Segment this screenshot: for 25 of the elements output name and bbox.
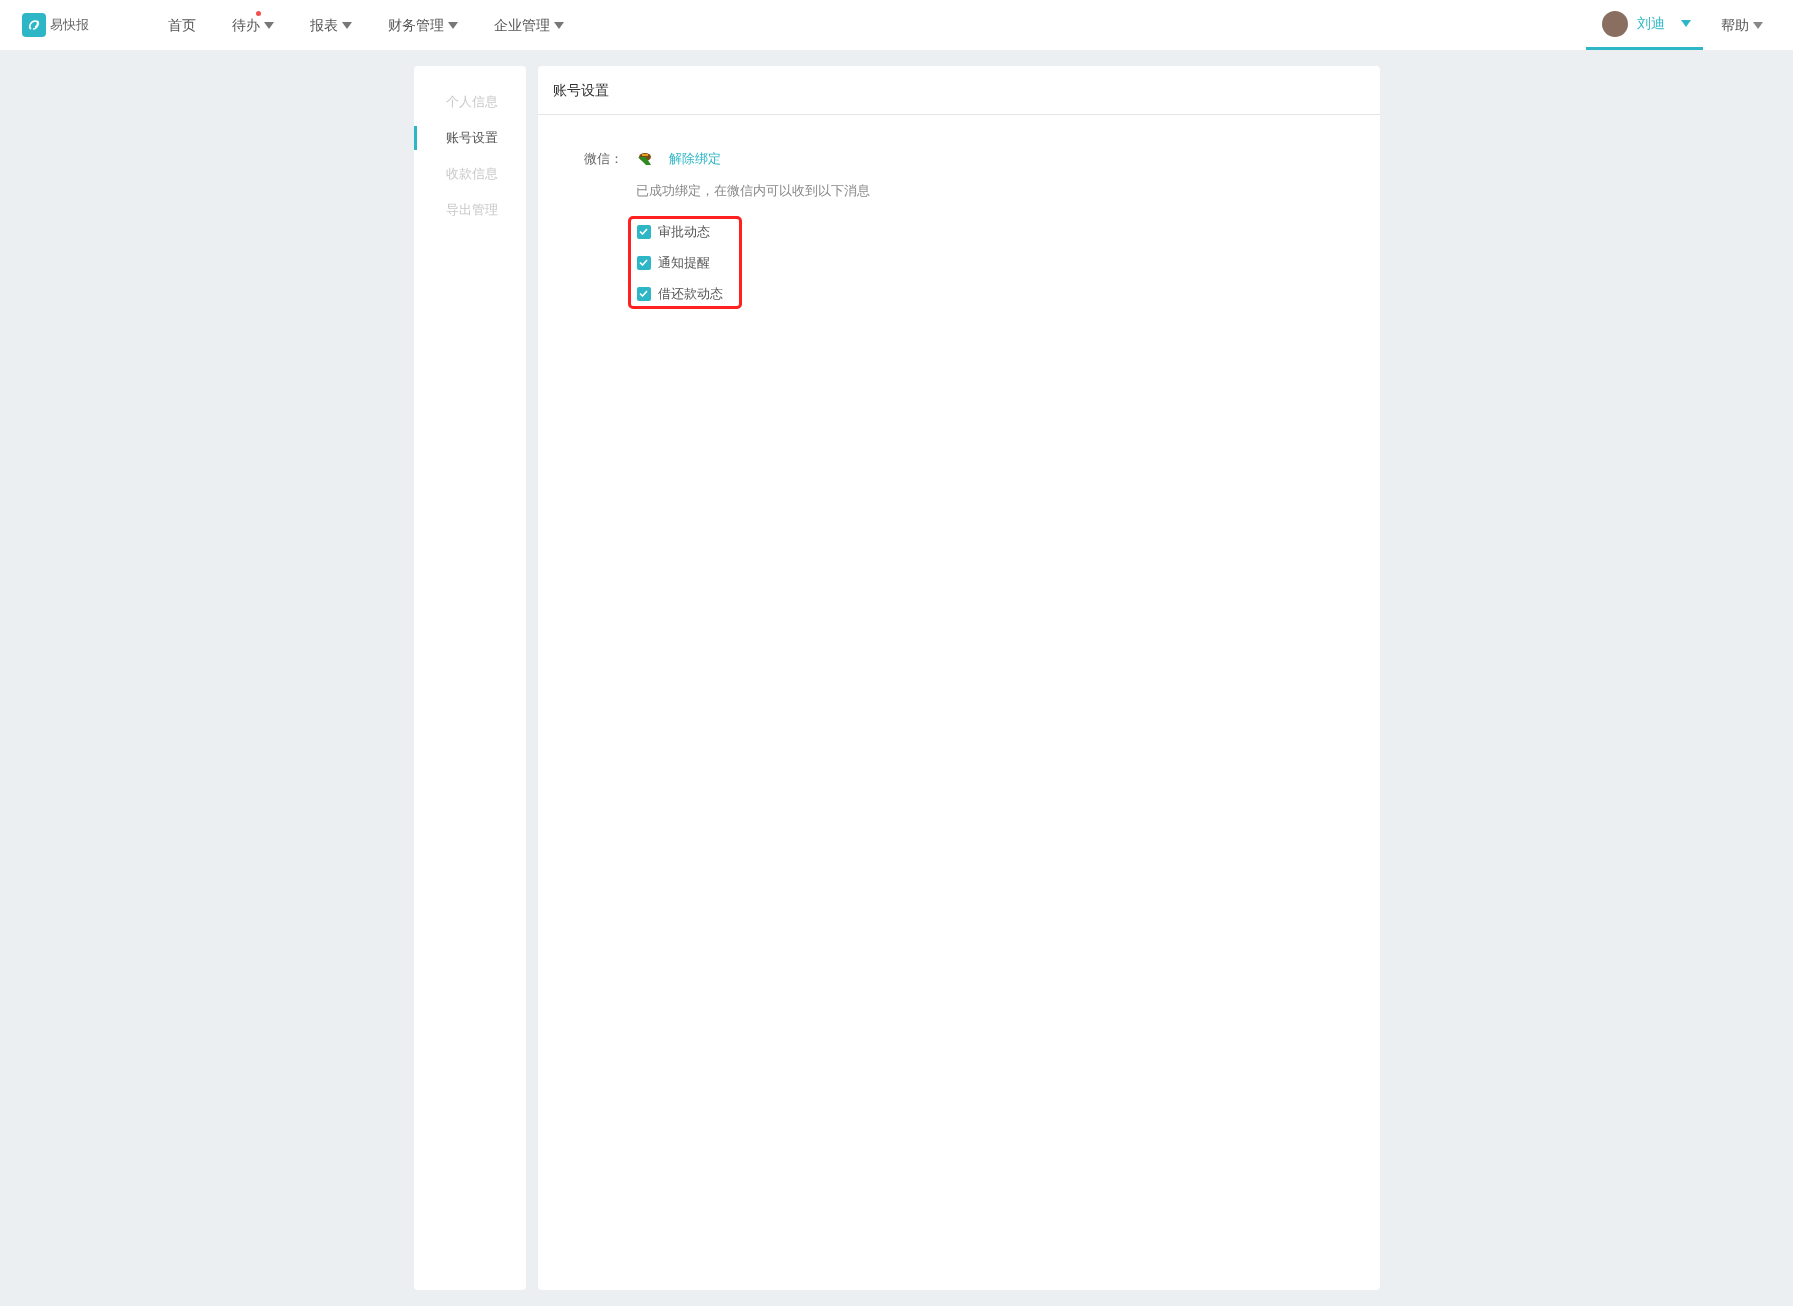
logo-icon bbox=[22, 13, 46, 37]
avatar bbox=[1602, 10, 1628, 37]
caret-icon bbox=[1753, 21, 1763, 29]
checkbox[interactable] bbox=[636, 255, 651, 270]
checkbox[interactable] bbox=[636, 286, 651, 301]
wechat-label: 微信： bbox=[583, 150, 624, 168]
caret-icon bbox=[554, 21, 564, 29]
caret-icon bbox=[264, 21, 274, 29]
nav-menu-item[interactable]: 企业管理 bbox=[490, 14, 568, 36]
bind-status-text: 已成功绑定，在微信内可以收到以下消息 bbox=[635, 181, 871, 200]
help-menu[interactable]: 帮助 bbox=[1721, 14, 1763, 36]
nav-menu-item[interactable]: 待办 bbox=[228, 14, 278, 36]
caret-icon bbox=[448, 21, 458, 29]
checkbox[interactable] bbox=[636, 224, 651, 239]
caret-icon bbox=[342, 21, 352, 29]
option-label: 通知提醒 bbox=[657, 253, 710, 272]
option-label: 借还款动态 bbox=[657, 284, 723, 303]
nav-menu-item[interactable]: 首页 bbox=[164, 14, 200, 36]
sidebar-item[interactable]: 账号设置 bbox=[413, 126, 526, 150]
panel-title: 账号设置 bbox=[552, 80, 609, 100]
nav-menu-item[interactable]: 财务管理 bbox=[384, 14, 462, 36]
nav-menu-item[interactable]: 报表 bbox=[306, 14, 356, 36]
logo-text: 易快报 bbox=[50, 16, 89, 35]
option-label: 审批动态 bbox=[657, 222, 710, 241]
caret-icon bbox=[1681, 20, 1691, 27]
